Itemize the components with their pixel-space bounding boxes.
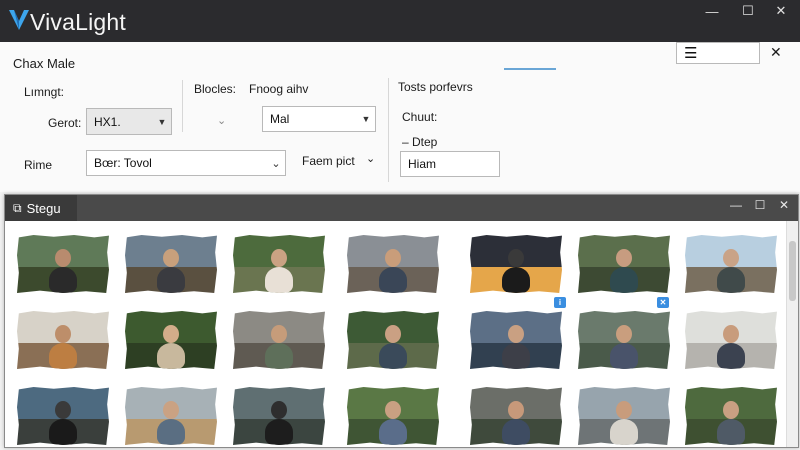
gallery-window: ⧉ Stegu — ☐ ✕ i ✕ — [4, 194, 799, 448]
photo-thumbnail[interactable] — [17, 235, 109, 293]
photo-thumbnail[interactable] — [347, 387, 439, 445]
fnoog-label: Fnoog aihv — [249, 82, 309, 96]
mal-value: Mal — [270, 112, 290, 126]
photo-thumbnail[interactable] — [470, 311, 562, 369]
photo-thumbnail[interactable] — [233, 235, 325, 293]
photo-thumbnail[interactable] — [17, 311, 109, 369]
gallery-title-bar: ⧉ Stegu — ☐ ✕ — [5, 195, 798, 221]
photo-thumbnail[interactable] — [685, 387, 777, 445]
title-bar: VivaLight — ☐ ✕ — [0, 0, 800, 42]
divider — [182, 80, 183, 132]
close-button[interactable]: ✕ — [764, 0, 798, 22]
photo-thumbnail[interactable] — [125, 235, 217, 293]
maximize-button[interactable]: ☐ — [731, 0, 765, 22]
chuut-label: Chuut: — [402, 110, 438, 124]
gallery-tab-label: Stegu — [26, 200, 61, 216]
gallery-minimize-button[interactable]: — — [727, 198, 745, 212]
chevron-down-icon: ⌄ — [271, 157, 281, 170]
rime-label: Rime — [24, 158, 53, 172]
photo-thumbnail[interactable] — [347, 311, 439, 369]
settings-panel: Chax Male ☰ ✕ Lımngt: Gerot: HX1. ▼ Rime… — [0, 42, 800, 192]
photo-thumbnail[interactable] — [233, 387, 325, 445]
photo-thumbnail[interactable] — [233, 311, 325, 369]
scrollbar[interactable] — [786, 221, 798, 447]
photo-thumbnail[interactable] — [125, 387, 217, 445]
photo-thumbnail[interactable] — [470, 235, 562, 293]
remove-badge-icon[interactable]: ✕ — [657, 297, 669, 308]
chevron-down-icon[interactable]: ⌄ — [366, 152, 375, 165]
photo-thumbnail[interactable] — [17, 387, 109, 445]
gallery-close-button[interactable]: ✕ — [775, 198, 793, 212]
mal-select[interactable]: Mal ▼ — [262, 106, 376, 132]
menu-button[interactable]: ☰ — [676, 42, 760, 64]
divider — [388, 78, 389, 182]
photo-thumbnail[interactable] — [125, 311, 217, 369]
blocles-label: Blocles: — [194, 82, 237, 96]
scrollbar-thumb[interactable] — [789, 241, 796, 301]
rime-value: Bœr: Tovol — [94, 156, 152, 170]
gerot-value: HX1. — [94, 114, 121, 129]
hiam-value: Hiam — [408, 157, 437, 171]
app-logo-icon — [9, 10, 29, 30]
photo-thumbnail[interactable] — [685, 311, 777, 369]
rime-select[interactable]: Bœr: Tovol ⌄ — [86, 150, 286, 176]
chevron-down-icon[interactable]: ⌄ — [217, 114, 226, 127]
gerot-label: Gerot: — [48, 116, 82, 130]
photo-thumbnail[interactable] — [347, 235, 439, 293]
photo-thumbnail[interactable] — [470, 387, 562, 445]
chevron-down-icon: ▼ — [361, 114, 371, 124]
photo-thumbnail[interactable] — [578, 235, 670, 293]
tab-indicator — [504, 68, 556, 70]
faem-label[interactable]: Faem pict — [302, 154, 355, 168]
gallery-maximize-button[interactable]: ☐ — [751, 198, 769, 212]
menu-icon: ☰ — [684, 45, 698, 62]
chevron-down-icon: ▼ — [157, 116, 167, 127]
photo-thumbnail[interactable] — [685, 235, 777, 293]
minimize-button[interactable]: — — [695, 0, 729, 22]
gallery-icon: ⧉ — [13, 200, 22, 215]
group-label: Lımngt: — [24, 85, 65, 99]
gerot-select[interactable]: HX1. ▼ — [86, 108, 172, 135]
gallery-tab[interactable]: ⧉ Stegu — [5, 195, 77, 221]
info-badge-icon[interactable]: i — [554, 297, 566, 308]
panel-heading: Chax Male — [13, 56, 76, 71]
app-title: VivaLight — [30, 9, 127, 35]
tosts-label: Tosts porfevrs — [398, 80, 473, 94]
photo-thumbnail[interactable] — [578, 387, 670, 445]
hiam-field[interactable]: Hiam — [400, 151, 500, 177]
panel-close-icon[interactable]: ✕ — [770, 44, 782, 61]
dtep-label: – Dtep — [402, 135, 438, 149]
photo-thumbnail[interactable] — [578, 311, 670, 369]
